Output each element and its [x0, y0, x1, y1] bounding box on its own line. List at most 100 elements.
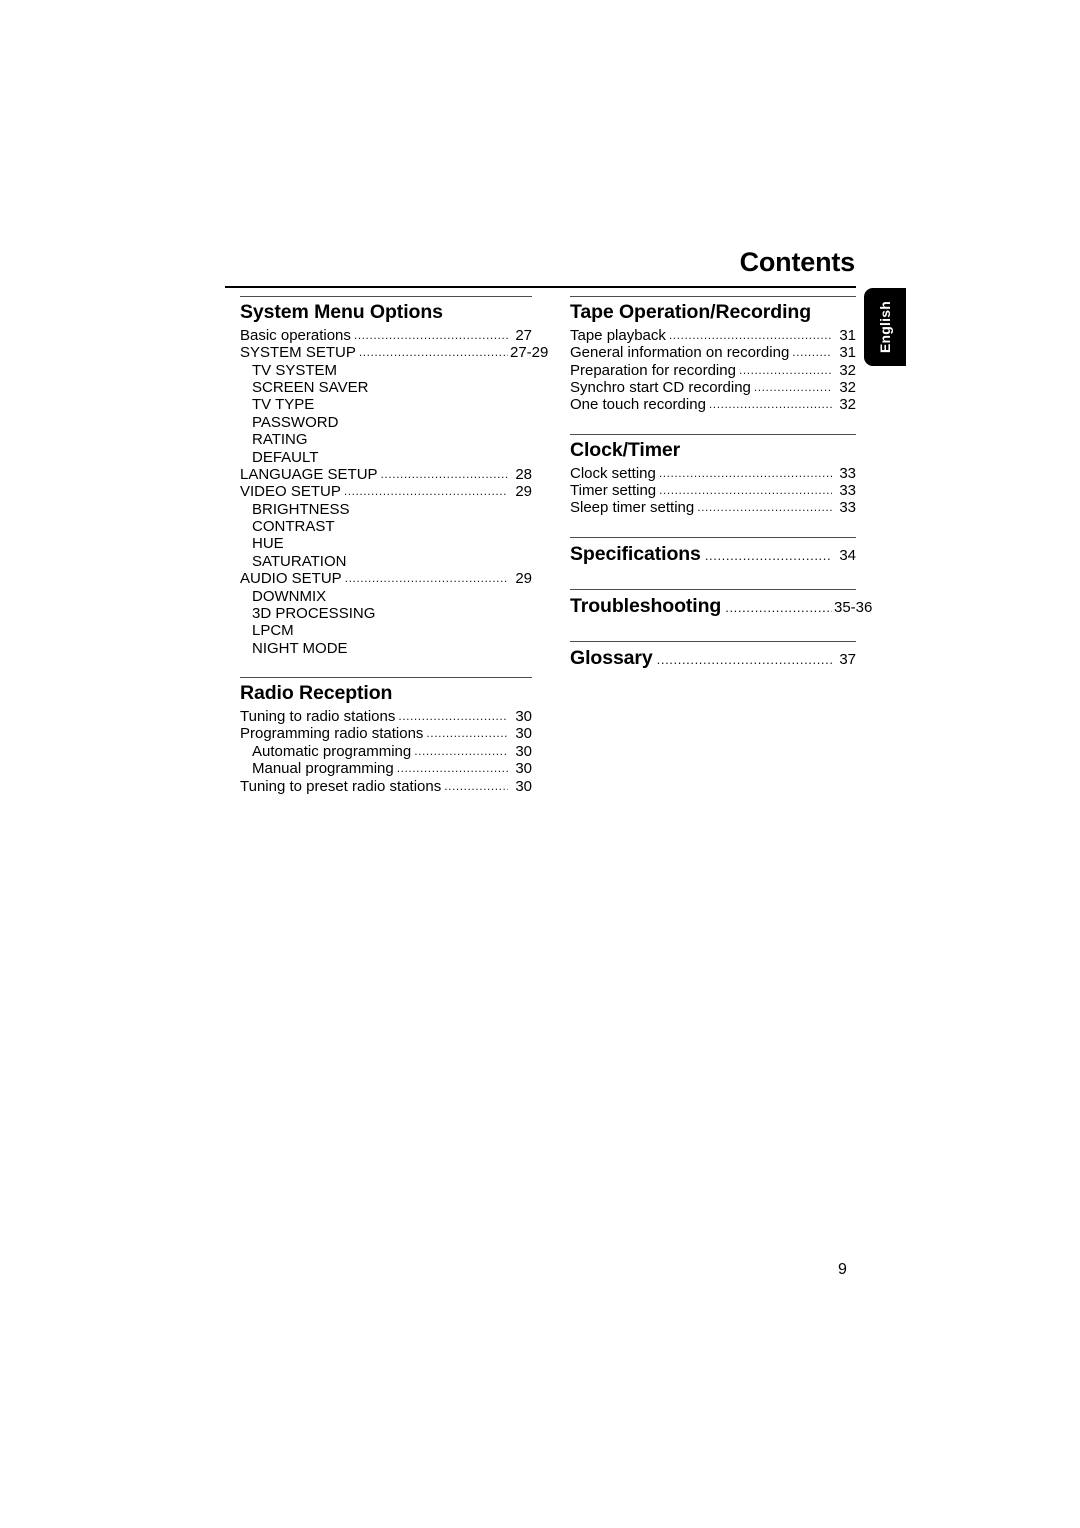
toc-entry[interactable]: NIGHT MODE..............................…	[240, 640, 532, 657]
entry-label: Sleep timer setting	[570, 499, 695, 517]
toc-entry[interactable]: BRIGHTNESS..............................…	[240, 501, 532, 518]
entry-page-number: 33	[839, 499, 856, 517]
entry-label: BRIGHTNESS	[252, 500, 350, 518]
entry-label: General information on recording	[570, 344, 790, 362]
dot-leader: ........................................…	[792, 345, 832, 360]
toc-entry[interactable]: SATURATION..............................…	[240, 553, 532, 570]
toc-entry[interactable]: 3D PROCESSING...........................…	[240, 605, 532, 622]
toc-entry[interactable]: TV SYSTEM...............................…	[240, 362, 532, 379]
document-page: Contents English System Menu Options Basi…	[0, 0, 1080, 1528]
header-divider	[225, 286, 856, 288]
entry-label: Timer setting	[570, 481, 657, 499]
toc-column-left: System Menu Options Basic operations.....…	[240, 296, 549, 795]
language-tab: English	[864, 288, 906, 366]
entry-label: Programming radio stations	[240, 725, 424, 743]
dot-leader: ........................................…	[398, 708, 508, 723]
toc-entry[interactable]: DEFAULT.................................…	[240, 449, 532, 466]
dot-leader: ........................................…	[697, 500, 832, 515]
entry-label: Basic operations	[240, 326, 351, 344]
toc-heading-entry-glossary[interactable]: Glossary................................…	[570, 642, 856, 673]
entry-label: Synchro start CD recording	[570, 378, 751, 396]
dot-leader: ........................................…	[708, 397, 832, 412]
section-heading-radio-reception: Radio Reception	[240, 682, 393, 705]
toc-entry[interactable]: VIDEO SETUP.............................…	[240, 483, 532, 500]
section-heading-clock-timer: Clock/Timer	[570, 438, 681, 461]
entry-label: 3D PROCESSING	[252, 605, 376, 623]
toc-entry[interactable]: Manual programming......................…	[240, 760, 532, 777]
dot-leader: ........................................…	[656, 652, 832, 666]
dot-leader: ........................................…	[444, 778, 508, 793]
toc-entry[interactable]: Synchro start CD recording..............…	[570, 379, 856, 396]
entry-label: LANGUAGE SETUP	[240, 465, 378, 483]
entry-label: Clock setting	[570, 464, 656, 482]
toc-entry[interactable]: General information on recording........…	[570, 344, 856, 361]
entry-page-number: 27-29	[510, 344, 549, 362]
toc-entry[interactable]: SYSTEM SETUP............................…	[240, 344, 549, 362]
entry-label: VIDEO SETUP	[240, 483, 341, 501]
dot-leader: ........................................…	[426, 726, 508, 741]
toc-heading-entry-specifications[interactable]: Specifications..........................…	[570, 538, 856, 569]
entry-label: HUE	[252, 535, 284, 553]
entry-page-number: 32	[839, 361, 856, 379]
entry-page-number: 27	[515, 326, 532, 344]
toc-entry[interactable]: LANGUAGE SETUP..........................…	[240, 466, 532, 483]
entry-page-number: 30	[515, 742, 532, 760]
entry-label: TV SYSTEM	[252, 361, 338, 379]
entry-page-number: 31	[839, 344, 856, 362]
toc-entry[interactable]: HUE.....................................…	[240, 535, 532, 552]
entry-label: Automatic programming	[252, 742, 412, 760]
section-heading-label: Glossary	[570, 646, 653, 669]
entry-label: NIGHT MODE	[252, 639, 348, 657]
toc-entry[interactable]: SCREEN SAVER............................…	[240, 379, 532, 396]
entry-label: CONTRAST	[252, 518, 335, 536]
toc-entry[interactable]: Preparation for recording...............…	[570, 362, 856, 379]
entry-label: Manual programming	[252, 760, 394, 778]
dot-leader: ........................................…	[380, 466, 508, 481]
dot-leader: ........................................…	[358, 345, 508, 360]
dot-leader: ........................................…	[704, 548, 832, 562]
dot-leader: ........................................…	[343, 484, 508, 499]
entry-label: Tuning to radio stations	[240, 707, 396, 725]
dot-leader: ........................................…	[659, 482, 832, 497]
toc-heading-entry-troubleshooting[interactable]: Troubleshooting.........................…	[570, 590, 872, 621]
dot-leader: ........................................…	[353, 327, 508, 342]
language-tab-label: English	[877, 301, 893, 353]
toc-entry[interactable]: LPCM....................................…	[240, 622, 532, 639]
dot-leader: ........................................…	[344, 571, 508, 586]
entry-page-number: 30	[515, 707, 532, 725]
entry-label: Preparation for recording	[570, 361, 736, 379]
toc-entry[interactable]: Programming radio stations..............…	[240, 725, 532, 742]
toc-entry[interactable]: CONTRAST................................…	[240, 518, 532, 535]
entry-page-number: 30	[515, 760, 532, 778]
entry-page-number: 34	[839, 546, 856, 564]
entry-label: SATURATION	[252, 552, 347, 570]
toc-entry[interactable]: Tuning to preset radio stations.........…	[240, 778, 532, 795]
entry-page-number: 29	[515, 483, 532, 501]
toc-entry[interactable]: Tape playback...........................…	[570, 327, 856, 344]
toc-entry[interactable]: Basic operations........................…	[240, 327, 532, 344]
toc-entry[interactable]: Clock setting...........................…	[570, 465, 856, 482]
toc-entry[interactable]: PASSWORD................................…	[240, 414, 532, 431]
toc-entry[interactable]: Tuning to radio stations................…	[240, 708, 532, 725]
dot-leader: ........................................…	[396, 761, 508, 776]
entry-label: DEFAULT	[252, 448, 319, 466]
toc-entry[interactable]: Automatic programming...................…	[240, 743, 532, 760]
toc-entry[interactable]: TV TYPE.................................…	[240, 396, 532, 413]
toc-entry[interactable]: RATING..................................…	[240, 431, 532, 448]
toc-entry[interactable]: AUDIO SETUP.............................…	[240, 570, 532, 587]
toc-entry[interactable]: One touch recording.....................…	[570, 396, 856, 413]
toc-entry[interactable]: Sleep timer setting.....................…	[570, 499, 856, 516]
toc-entry[interactable]: DOWNMIX.................................…	[240, 588, 532, 605]
toc-entry[interactable]: Timer setting...........................…	[570, 482, 856, 499]
dot-leader: ........................................…	[753, 379, 832, 394]
entry-page-number: 30	[515, 777, 532, 795]
entry-label: DOWNMIX	[252, 587, 327, 605]
dot-leader: ........................................…	[668, 327, 832, 342]
section-heading-label: Troubleshooting	[570, 594, 722, 617]
entry-page-number: 30	[515, 725, 532, 743]
entry-page-number: 33	[839, 481, 856, 499]
